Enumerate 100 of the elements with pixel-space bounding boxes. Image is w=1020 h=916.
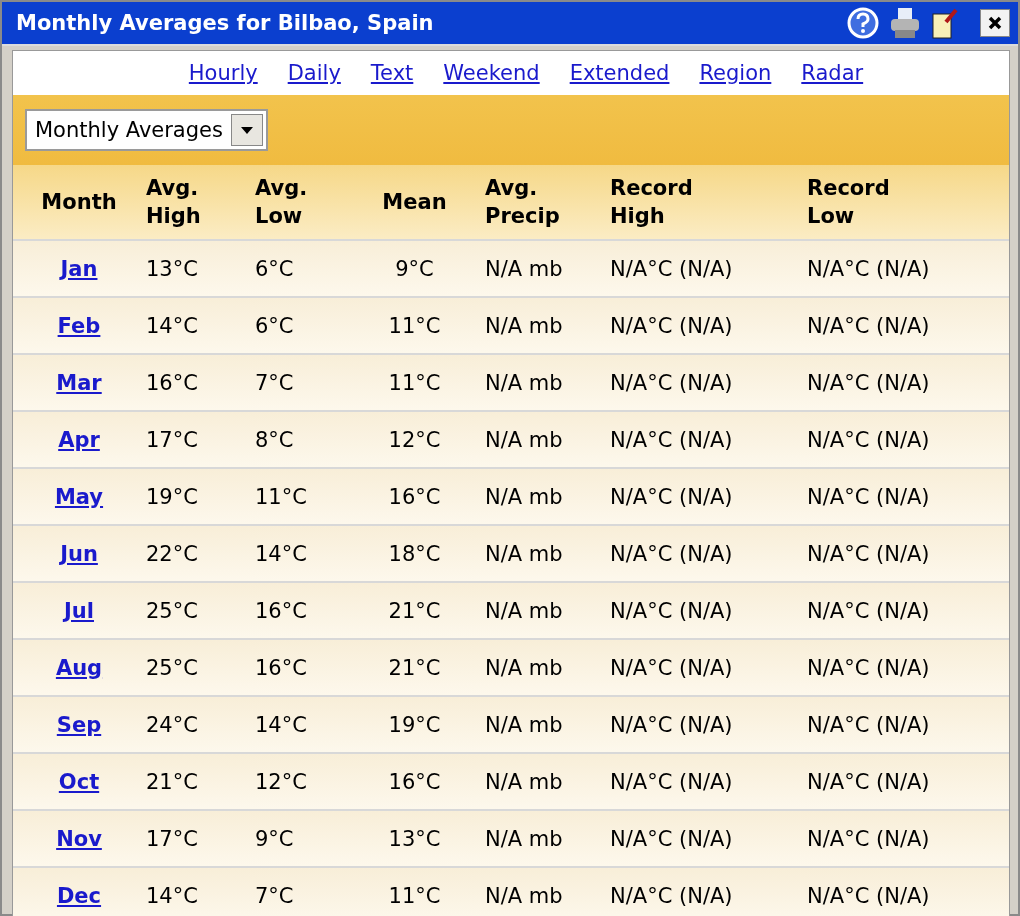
table-cell: 17°C xyxy=(146,427,198,452)
nav-link[interactable]: Extended xyxy=(569,61,670,85)
table-cell: N/A°C (N/A) xyxy=(610,598,733,623)
month-link[interactable]: Apr xyxy=(58,427,100,452)
close-button[interactable] xyxy=(980,9,1010,37)
month-link[interactable]: Dec xyxy=(56,883,102,908)
month-link[interactable]: Feb xyxy=(57,313,101,338)
column-header: Avg. High xyxy=(146,176,201,228)
table-cell: 14°C xyxy=(255,541,307,566)
table-cell: 11°C xyxy=(255,484,307,509)
table-cell: N/A°C (N/A) xyxy=(807,313,930,338)
close-icon xyxy=(987,15,1003,31)
table-cell: N/A°C (N/A) xyxy=(807,712,930,737)
table-cell: 9°C xyxy=(255,826,294,851)
table-cell: 25°C xyxy=(146,655,198,680)
column-header: Month xyxy=(41,190,117,214)
view-dropdown[interactable]: Monthly Averages xyxy=(25,109,268,151)
nav-link[interactable]: Daily xyxy=(287,61,341,85)
table-cell: N/A°C (N/A) xyxy=(807,541,930,566)
table-cell: 8°C xyxy=(255,427,294,452)
table-cell: N/A°C (N/A) xyxy=(610,484,733,509)
table-cell: 6°C xyxy=(255,256,294,281)
table-cell: N/A°C (N/A) xyxy=(610,541,733,566)
table-cell: 17°C xyxy=(146,826,198,851)
table-cell: 6°C xyxy=(255,313,294,338)
table-cell: N/A°C (N/A) xyxy=(610,256,733,281)
table-cell: 19°C xyxy=(388,712,441,737)
table-cell: N/A mb xyxy=(485,883,563,908)
table-cell: N/A mb xyxy=(485,484,563,509)
table-cell: N/A°C (N/A) xyxy=(610,370,733,395)
table-cell: N/A°C (N/A) xyxy=(807,484,930,509)
table-cell: N/A mb xyxy=(485,370,563,395)
month-link[interactable]: Sep xyxy=(56,712,102,737)
table-cell: 11°C xyxy=(388,883,441,908)
column-header: Avg. Low xyxy=(255,176,308,228)
table-cell: 24°C xyxy=(146,712,198,737)
month-link[interactable]: Mar xyxy=(56,370,102,395)
column-header: Record High xyxy=(610,176,693,228)
nav-link[interactable]: Weekend xyxy=(443,61,540,85)
table-cell: N/A mb xyxy=(485,655,563,680)
window-title: Monthly Averages for Bilbao, Spain xyxy=(16,11,434,35)
table-cell: 13°C xyxy=(146,256,198,281)
table-cell: 7°C xyxy=(255,883,294,908)
table-cell: 11°C xyxy=(388,313,441,338)
table-cell: 14°C xyxy=(146,883,198,908)
help-icon[interactable] xyxy=(846,6,880,40)
table-cell: N/A mb xyxy=(485,769,563,794)
column-header: Mean xyxy=(382,190,447,214)
table-cell: 16°C xyxy=(255,655,307,680)
table-cell: N/A°C (N/A) xyxy=(807,826,930,851)
table-cell: 16°C xyxy=(388,484,441,509)
table-cell: 21°C xyxy=(388,598,441,623)
table-cell: 13°C xyxy=(388,826,441,851)
table-cell: N/A°C (N/A) xyxy=(807,883,930,908)
table-cell: N/A°C (N/A) xyxy=(610,826,733,851)
column-header: Avg. Precip xyxy=(485,176,560,228)
table-cell: 12°C xyxy=(388,427,441,452)
table-cell: 14°C xyxy=(255,712,307,737)
column-header: Record Low xyxy=(807,176,890,228)
table-cell: N/A°C (N/A) xyxy=(807,655,930,680)
month-link[interactable]: Jan xyxy=(60,256,98,281)
printer-icon[interactable] xyxy=(888,6,922,40)
table-cell: N/A°C (N/A) xyxy=(807,598,930,623)
table-cell: 16°C xyxy=(146,370,198,395)
table-cell: 14°C xyxy=(146,313,198,338)
table-cell: N/A mb xyxy=(485,826,563,851)
table-cell: N/A°C (N/A) xyxy=(807,427,930,452)
table-cell: 25°C xyxy=(146,598,198,623)
table-cell: N/A°C (N/A) xyxy=(807,370,930,395)
table-cell: 21°C xyxy=(146,769,198,794)
table-cell: N/A°C (N/A) xyxy=(807,769,930,794)
month-link[interactable]: May xyxy=(54,484,104,509)
nav-link[interactable]: Region xyxy=(699,61,772,85)
table-cell: N/A°C (N/A) xyxy=(610,883,733,908)
table-cell: 21°C xyxy=(388,655,441,680)
table-cell: 12°C xyxy=(255,769,307,794)
table-cell: N/A°C (N/A) xyxy=(610,655,733,680)
table-cell: N/A mb xyxy=(485,427,563,452)
nav-link[interactable]: Hourly xyxy=(188,61,258,85)
table-cell: N/A°C (N/A) xyxy=(807,256,930,281)
month-link[interactable]: Jul xyxy=(64,598,94,623)
table-cell: N/A mb xyxy=(485,712,563,737)
table-cell: N/A mb xyxy=(485,598,563,623)
table-cell: N/A°C (N/A) xyxy=(610,427,733,452)
nav-link[interactable]: Text xyxy=(370,61,414,85)
month-link[interactable]: Aug xyxy=(55,655,103,680)
table-cell: N/A mb xyxy=(485,313,563,338)
table-cell: 7°C xyxy=(255,370,294,395)
table-cell: N/A°C (N/A) xyxy=(610,712,733,737)
nav-link[interactable]: Radar xyxy=(801,61,864,85)
table-cell: 16°C xyxy=(388,769,441,794)
table-cell: 11°C xyxy=(388,370,441,395)
month-link[interactable]: Nov xyxy=(56,826,102,851)
table-cell: 16°C xyxy=(255,598,307,623)
month-link[interactable]: Jun xyxy=(60,541,98,566)
note-icon[interactable] xyxy=(930,6,960,40)
table-cell: N/A°C (N/A) xyxy=(610,769,733,794)
table-cell: 19°C xyxy=(146,484,198,509)
month-link[interactable]: Oct xyxy=(58,769,100,794)
caret-icon xyxy=(239,125,254,135)
